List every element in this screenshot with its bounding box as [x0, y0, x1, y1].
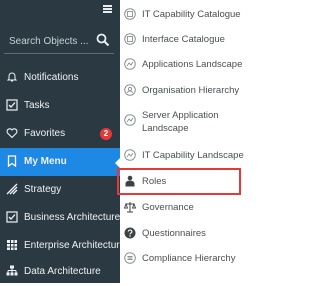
submenu-item-label: Compliance Hierarchy: [142, 253, 236, 264]
submenu-item-label: IT Capability Landscape: [142, 150, 244, 161]
submenu-item-compliance-hierarchy[interactable]: Compliance Hierarchy: [120, 250, 245, 266]
nav-item-label: Business Architecture: [24, 212, 121, 223]
roles-highlight-box: [117, 168, 241, 195]
submenu-item-label: Interface Catalogue: [142, 34, 225, 45]
my-menu-submenu: IT Capability Catalogue Interface Catalo…: [120, 0, 245, 283]
search-box: [4, 28, 114, 54]
submenu-item-label: IT Capability Catalogue: [142, 9, 241, 20]
submenu-item-label: Applications Landscape: [142, 59, 243, 70]
nav-item-label: My Menu: [24, 156, 67, 167]
heart-icon: [6, 128, 18, 139]
sitemap-icon: [6, 265, 18, 276]
favorites-count-badge: 2: [100, 128, 112, 140]
catalogue-icon: [124, 8, 136, 20]
scales-icon: [124, 202, 136, 213]
bell-icon: [6, 72, 18, 82]
submenu-item-governance[interactable]: Governance: [120, 199, 245, 215]
sidebar: Notifications Tasks Favorites 2 My Menu …: [0, 0, 125, 286]
submenu-item-organisation-hierarchy[interactable]: Organisation Hierarchy: [120, 82, 245, 98]
submenu-item-it-capability-landscape[interactable]: IT Capability Landscape: [120, 147, 245, 163]
grid-icon: [7, 240, 17, 250]
nav-item-favorites[interactable]: Favorites 2: [0, 120, 120, 148]
checkbox-icon: [6, 211, 18, 223]
submenu-item-it-capability-catalogue[interactable]: IT Capability Catalogue: [120, 6, 245, 22]
nav-item-label: Data Architecture: [24, 266, 101, 277]
nav-item-label: Notifications: [24, 72, 79, 83]
question-circle-icon: [124, 227, 136, 239]
catalogue-icon: [124, 33, 136, 45]
nav-item-label: Strategy: [24, 184, 62, 195]
submenu-item-label: Organisation Hierarchy: [142, 85, 240, 96]
nav-item-enterprise-architecture[interactable]: Enterprise Architecture: [0, 232, 125, 260]
search-icon[interactable]: [96, 33, 110, 47]
nav-item-label: Favorites: [24, 128, 66, 139]
hierarchy-icon: [124, 84, 136, 96]
sidebar-topbar: [0, 0, 120, 20]
nav-item-label: Tasks: [24, 100, 50, 111]
hamburger-menu-icon[interactable]: [103, 5, 112, 13]
submenu-item-label: Governance: [142, 202, 194, 213]
nav-item-my-menu[interactable]: My Menu: [0, 148, 121, 176]
bookmark-icon: [7, 155, 17, 167]
nav-item-tasks[interactable]: Tasks: [0, 92, 120, 120]
landscape-icon: [124, 149, 136, 161]
submenu-item-label: Questionnaires: [142, 228, 206, 239]
submenu-item-label: Server Application Landscape: [142, 110, 219, 134]
submenu-item-applications-landscape[interactable]: Applications Landscape: [120, 56, 245, 72]
nav-item-notifications[interactable]: Notifications: [0, 64, 120, 92]
nav-item-strategy[interactable]: Strategy: [0, 176, 120, 204]
landscape-icon: [124, 114, 136, 126]
search-input[interactable]: [9, 34, 89, 48]
nav-item-business-architecture[interactable]: Business Architecture: [0, 204, 120, 232]
strategy-icon: [6, 183, 18, 195]
submenu-item-server-application-landscape[interactable]: Server Application Landscape: [120, 106, 245, 136]
nav-item-data-architecture[interactable]: Data Architecture: [0, 258, 120, 286]
submenu-item-interface-catalogue[interactable]: Interface Catalogue: [120, 31, 245, 47]
hierarchy-icon: [124, 252, 136, 264]
nav-item-label: Enterprise Architecture: [24, 240, 126, 251]
checkbox-icon: [6, 99, 18, 111]
landscape-icon: [124, 58, 136, 70]
submenu-item-questionnaires[interactable]: Questionnaires: [120, 225, 245, 241]
